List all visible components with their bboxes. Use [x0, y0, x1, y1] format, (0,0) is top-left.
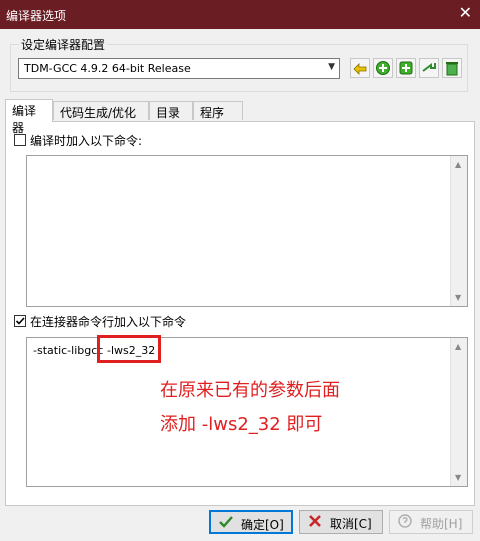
title-bar: 编译器选项 ✕ [0, 0, 480, 29]
compiler-set-value: TDM-GCC 4.9.2 64-bit Release [24, 62, 191, 75]
delete-icon [446, 62, 458, 76]
add-set-button[interactable] [373, 58, 393, 78]
add-set-icon [399, 61, 413, 75]
tab-directories[interactable]: 目录 [149, 101, 193, 120]
close-icon[interactable]: ✕ [459, 5, 472, 21]
add-blank-set-button[interactable] [396, 58, 416, 78]
scroll-up-icon[interactable]: ▲ [455, 342, 461, 351]
add-icon [376, 61, 390, 75]
delete-set-button[interactable] [442, 58, 462, 78]
linker-scrollbar[interactable]: ▲ ▼ [450, 338, 467, 486]
help-button[interactable]: 帮助[H] [389, 510, 473, 534]
help-label: 帮助[H] [420, 517, 463, 531]
linker-options-checkbox[interactable] [14, 315, 26, 327]
arrow-icon [422, 63, 436, 72]
ok-label: 确定[O] [241, 518, 284, 532]
window-title: 编译器选项 [6, 9, 67, 23]
annotation-line1: 在原来已有的参数后面 [160, 380, 340, 401]
linker-text-existing: -static-libgcc [33, 344, 104, 357]
cancel-label: 取消[C] [330, 517, 372, 531]
tab-programs[interactable]: 程序 [193, 101, 243, 120]
scroll-up-icon[interactable]: ▲ [455, 160, 461, 169]
tab-codegen[interactable]: 代码生成/优化 [53, 101, 149, 120]
scroll-down-icon[interactable]: ▼ [455, 293, 461, 302]
help-icon [398, 514, 412, 528]
compile-scrollbar[interactable]: ▲ ▼ [450, 156, 467, 306]
annotation-line2: 添加 -lws2_32 即可 [160, 414, 323, 435]
find-set-button[interactable] [419, 58, 439, 78]
compile-options-label: 编译时加入以下命令: [30, 134, 143, 148]
chevron-down-icon: ▼ [328, 62, 335, 72]
rename-icon [353, 63, 367, 75]
close-icon [309, 515, 321, 527]
rename-set-button[interactable] [350, 58, 370, 78]
compiler-set-select[interactable]: TDM-GCC 4.9.2 64-bit Release ▼ [18, 58, 340, 79]
ok-button[interactable]: 确定[O] [209, 510, 293, 534]
compile-options-textarea[interactable]: ▲ ▼ [26, 155, 468, 307]
cancel-button[interactable]: 取消[C] [299, 510, 383, 534]
scroll-down-icon[interactable]: ▼ [455, 473, 461, 482]
check-icon [219, 516, 233, 528]
linker-options-label: 在连接器命令行加入以下命令 [30, 315, 187, 329]
check-icon [15, 317, 25, 325]
compiler-set-label: 设定编译器配置 [19, 36, 108, 53]
tab-compiler[interactable]: 编译器 [5, 99, 53, 135]
highlight-box [97, 335, 161, 363]
